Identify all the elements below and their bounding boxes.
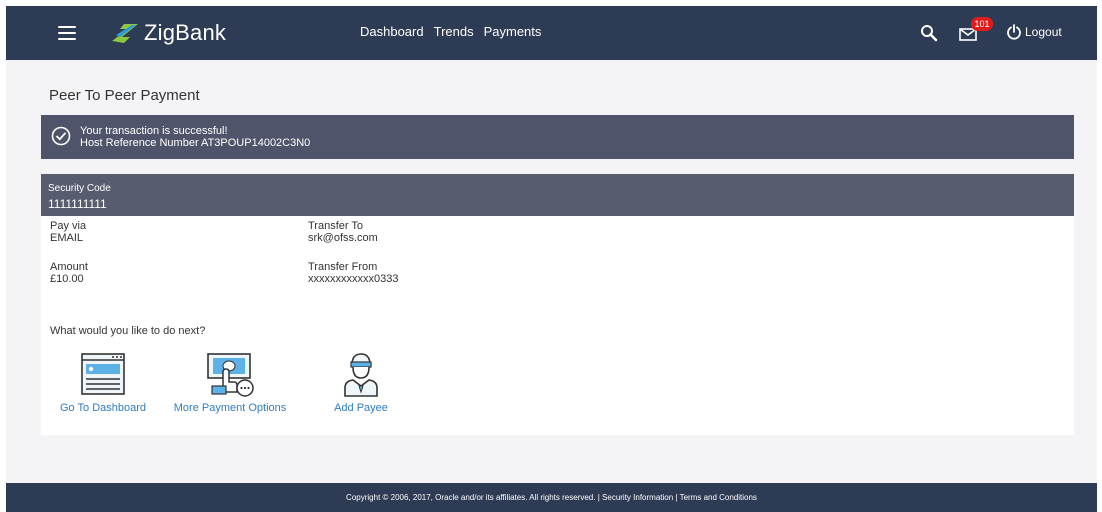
nav-payments[interactable]: Payments bbox=[484, 24, 542, 39]
transfer-to-label: Transfer To bbox=[308, 220, 364, 232]
terms-and-conditions-link[interactable]: Terms and Conditions bbox=[680, 493, 757, 502]
logout-label: Logout bbox=[1025, 25, 1062, 39]
pay-via-field: Pay via EMAIL bbox=[50, 220, 86, 244]
footer-separator: | bbox=[675, 493, 678, 502]
transfer-to-value: srk@ofss.com bbox=[308, 232, 378, 244]
more-payment-options-action[interactable]: More Payment Options bbox=[168, 350, 292, 414]
nav-trends[interactable]: Trends bbox=[434, 24, 474, 39]
add-payee-label: Add Payee bbox=[334, 402, 388, 414]
amount-label: Amount bbox=[50, 261, 88, 273]
app-frame: ZigBank Dashboard Trends Payments 101 Lo… bbox=[6, 6, 1097, 512]
footer-separator: | bbox=[597, 493, 600, 502]
transfer-from-value: xxxxxxxxxxxx0333 bbox=[308, 273, 399, 285]
page-title: Peer To Peer Payment bbox=[49, 87, 200, 104]
add-payee-action[interactable]: Add Payee bbox=[321, 350, 401, 414]
go-to-dashboard-action[interactable]: Go To Dashboard bbox=[58, 350, 148, 414]
success-text: Your transaction is successful! bbox=[80, 125, 228, 137]
amount-field: Amount £10.00 bbox=[50, 261, 88, 285]
main-nav: Dashboard Trends Payments bbox=[360, 24, 541, 39]
app-logo[interactable]: ZigBank bbox=[110, 18, 226, 48]
transfer-from-field: Transfer From xxxxxxxxxxxx0333 bbox=[308, 261, 398, 285]
check-circle-icon bbox=[51, 126, 71, 146]
zigbank-logo-icon bbox=[112, 24, 138, 43]
next-steps-question: What would you like to do next? bbox=[50, 325, 206, 337]
page-footer: Copyright © 2006, 2017, Oracle and/or it… bbox=[6, 483, 1097, 512]
security-information-link[interactable]: Security Information bbox=[602, 493, 673, 502]
add-payee-icon bbox=[344, 353, 378, 397]
security-code-bar: Security Code 1111111111 bbox=[41, 174, 1074, 216]
power-icon bbox=[1007, 24, 1021, 40]
success-banner: Your transaction is successful! Host Ref… bbox=[41, 115, 1074, 159]
dashboard-icon bbox=[81, 353, 125, 395]
security-code-label: Security Code bbox=[48, 183, 111, 194]
host-reference: Host Reference Number AT3POUP14002C3N0 bbox=[80, 137, 311, 149]
more-payment-options-label: More Payment Options bbox=[173, 402, 287, 414]
search-icon[interactable] bbox=[920, 24, 938, 42]
top-header: ZigBank Dashboard Trends Payments 101 Lo… bbox=[6, 6, 1097, 60]
transfer-to-field: Transfer To srk@ofss.com bbox=[308, 220, 378, 244]
confirmation-card: Security Code 1111111111 Pay via EMAIL T… bbox=[41, 174, 1074, 435]
logout-button[interactable]: Logout bbox=[1006, 24, 1062, 40]
success-message: Your transaction is successful! Host Ref… bbox=[80, 125, 310, 149]
copyright-text: Copyright © 2006, 2017, Oracle and/or it… bbox=[346, 493, 596, 502]
transfer-from-label: Transfer From bbox=[308, 261, 378, 273]
pay-via-label: Pay via bbox=[50, 220, 87, 232]
menu-icon[interactable] bbox=[58, 26, 76, 40]
payment-options-icon bbox=[207, 353, 254, 397]
mail-count-badge: 101 bbox=[971, 17, 993, 31]
pay-via-value: EMAIL bbox=[50, 232, 84, 244]
amount-value: £10.00 bbox=[50, 273, 84, 285]
security-code-value: 1111111111 bbox=[48, 197, 107, 211]
nav-dashboard[interactable]: Dashboard bbox=[360, 24, 424, 39]
go-to-dashboard-label: Go To Dashboard bbox=[59, 402, 147, 414]
app-name: ZigBank bbox=[144, 20, 227, 45]
